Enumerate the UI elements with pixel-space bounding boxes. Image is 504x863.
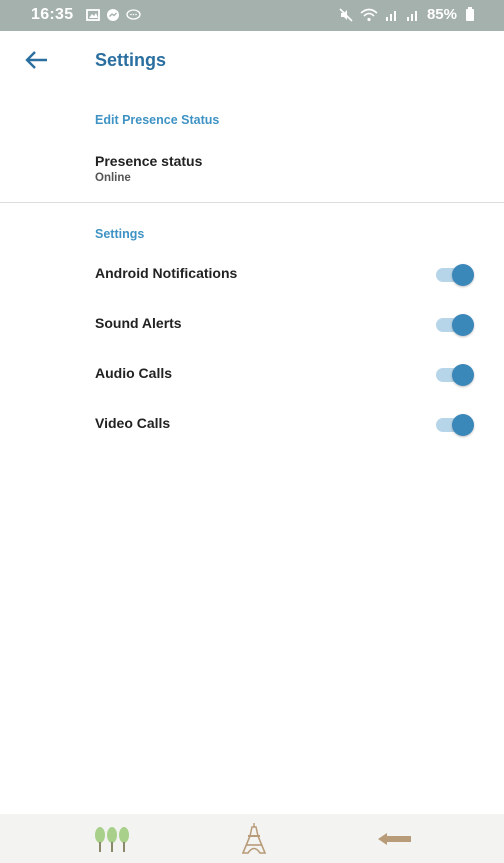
signal-icon xyxy=(385,10,396,21)
setting-label: Android Notifications xyxy=(95,265,238,281)
chat-icon xyxy=(126,9,141,20)
status-time: 16:35 xyxy=(31,6,74,23)
video-calls-toggle[interactable] xyxy=(436,413,480,437)
system-icons: 85% xyxy=(339,6,474,23)
back-arrow-icon xyxy=(378,833,411,845)
mute-icon xyxy=(339,7,353,22)
setting-row-video-calls[interactable]: Video Calls xyxy=(0,400,504,450)
page-title: Settings xyxy=(95,50,167,70)
section-label-settings: Settings xyxy=(95,227,145,241)
setting-label: Video Calls xyxy=(95,415,171,431)
section-label-presence: Edit Presence Status xyxy=(95,113,220,127)
divider xyxy=(0,202,504,203)
setting-label: Sound Alerts xyxy=(95,315,182,331)
setting-label: Audio Calls xyxy=(95,365,173,381)
android-notifications-toggle[interactable] xyxy=(436,263,480,287)
nav-recent-button[interactable] xyxy=(92,822,136,856)
eiffel-tower-icon xyxy=(241,823,267,854)
presence-status-title: Presence status xyxy=(95,153,203,169)
bottom-nav-bar xyxy=(0,814,504,863)
presence-status-item[interactable]: Presence status Online xyxy=(0,145,504,201)
messenger-icon xyxy=(107,9,119,21)
nav-back-button[interactable] xyxy=(372,822,416,856)
toggle-thumb xyxy=(452,364,474,386)
nav-home-button[interactable] xyxy=(232,822,276,856)
status-bar: 16:35 85% xyxy=(0,0,504,31)
audio-calls-toggle[interactable] xyxy=(436,363,480,387)
sound-alerts-toggle[interactable] xyxy=(436,313,480,337)
gallery-icon xyxy=(86,9,100,21)
toggle-thumb xyxy=(452,314,474,336)
arrow-left-icon xyxy=(25,51,47,69)
back-button[interactable] xyxy=(22,47,52,73)
setting-row-android-notifications[interactable]: Android Notifications xyxy=(0,250,504,300)
wifi-icon xyxy=(360,8,378,21)
toggle-thumb xyxy=(452,264,474,286)
setting-row-sound-alerts[interactable]: Sound Alerts xyxy=(0,300,504,350)
toggle-thumb xyxy=(452,414,474,436)
app-header: Settings xyxy=(0,31,504,89)
battery-percent: 85% xyxy=(426,6,457,23)
trees-icon xyxy=(95,827,129,852)
setting-row-audio-calls[interactable]: Audio Calls xyxy=(0,350,504,400)
presence-status-value: Online xyxy=(95,172,131,184)
notification-icons xyxy=(86,8,141,22)
battery-icon xyxy=(466,6,474,21)
signal-icon xyxy=(406,10,417,21)
